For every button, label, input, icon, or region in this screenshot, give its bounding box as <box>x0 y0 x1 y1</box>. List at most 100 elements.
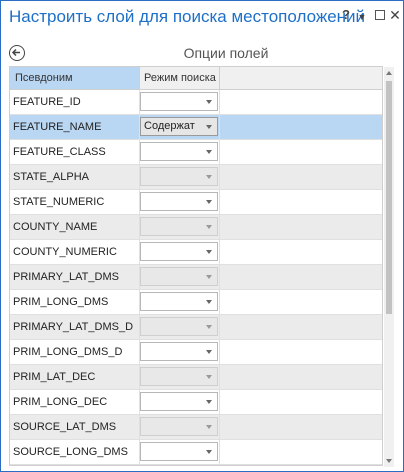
field-alias-cell <box>10 465 140 466</box>
table-row[interactable]: COUNTY_NUMERIC <box>10 240 382 265</box>
chevron-down-icon <box>206 350 212 354</box>
search-mode-cell <box>140 315 220 339</box>
empty-cell <box>220 265 382 289</box>
chevron-down-icon <box>206 375 212 379</box>
chevron-down-icon <box>206 425 212 429</box>
field-options-table: Псевдоним Режим поиска FEATURE_ID FEATURE… <box>9 66 383 466</box>
field-alias-cell: PRIM_LAT_DEC <box>10 365 140 389</box>
field-alias-cell: SOURCE_LONG_DMS <box>10 440 140 464</box>
field-alias-cell: PRIM_LONG_DMS <box>10 290 140 314</box>
field-alias-cell: PRIMARY_LAT_DMS <box>10 265 140 289</box>
close-icon[interactable]: ✕ <box>388 7 402 23</box>
back-arrow-icon[interactable] <box>9 45 25 61</box>
chevron-down-icon <box>206 250 212 254</box>
search-mode-dropdown[interactable] <box>140 292 218 311</box>
search-mode-value: Содержат <box>144 120 195 132</box>
empty-cell <box>220 465 382 466</box>
title-bar: Настроить слой для поиска местоположений… <box>1 1 403 33</box>
chevron-down-icon <box>206 450 212 454</box>
scroll-thumb[interactable] <box>386 81 392 314</box>
vertical-scrollbar[interactable] <box>384 67 394 467</box>
field-alias-cell: FEATURE_NAME <box>10 115 140 139</box>
empty-cell <box>220 440 382 464</box>
search-mode-cell <box>140 215 220 239</box>
search-mode-cell <box>140 165 220 189</box>
search-mode-dropdown[interactable] <box>140 342 218 361</box>
search-mode-dropdown[interactable] <box>140 267 218 286</box>
search-mode-dropdown[interactable] <box>140 392 218 411</box>
chevron-down-icon <box>206 125 212 129</box>
help-icon[interactable]: ? <box>339 7 353 23</box>
chevron-down-icon <box>206 100 212 104</box>
panel-subtitle: Опции полей <box>183 45 269 61</box>
search-mode-cell <box>140 440 220 464</box>
table-row[interactable]: COUNTY_NAME <box>10 215 382 240</box>
empty-cell <box>220 290 382 314</box>
options-dropdown-icon[interactable]: ▼ <box>355 9 369 25</box>
column-header-search-mode[interactable]: Режим поиска <box>140 67 220 89</box>
empty-cell <box>220 340 382 364</box>
table-row[interactable]: PRIMARY_LAT_DMS_D <box>10 315 382 340</box>
chevron-down-icon <box>206 400 212 404</box>
chevron-down-icon <box>206 300 212 304</box>
configure-locator-window: Настроить слой для поиска местоположений… <box>0 0 404 472</box>
search-mode-dropdown[interactable] <box>140 192 218 211</box>
search-mode-dropdown[interactable] <box>140 317 218 336</box>
chevron-down-icon <box>206 325 212 329</box>
search-mode-dropdown[interactable] <box>140 167 218 186</box>
table-row[interactable]: STATE_ALPHA <box>10 165 382 190</box>
search-mode-dropdown[interactable] <box>140 92 218 111</box>
field-alias-cell: FEATURE_CLASS <box>10 140 140 164</box>
table-row[interactable]: PRIM_LONG_DMS <box>10 290 382 315</box>
table-row[interactable] <box>10 465 382 466</box>
scroll-down-icon[interactable] <box>386 459 392 463</box>
search-mode-dropdown[interactable] <box>140 367 218 386</box>
empty-cell <box>220 390 382 414</box>
search-mode-cell <box>140 290 220 314</box>
field-alias-cell: FEATURE_ID <box>10 90 140 114</box>
table-row[interactable]: FEATURE_CLASS <box>10 140 382 165</box>
window-title: Настроить слой для поиска местоположений <box>9 7 366 26</box>
maximize-square <box>375 10 385 20</box>
search-mode-dropdown[interactable] <box>140 142 218 161</box>
table-row[interactable]: FEATURE_ID <box>10 90 382 115</box>
search-mode-dropdown[interactable] <box>140 417 218 436</box>
table-row[interactable]: PRIM_LAT_DEC <box>10 365 382 390</box>
maximize-icon[interactable] <box>373 7 387 24</box>
field-alias-cell: PRIM_LONG_DEC <box>10 390 140 414</box>
table-row[interactable]: SOURCE_LONG_DMS <box>10 440 382 465</box>
empty-cell <box>220 315 382 339</box>
scroll-up-icon[interactable] <box>386 71 392 75</box>
table-row[interactable]: FEATURE_NAME Содержат <box>10 115 382 140</box>
search-mode-dropdown[interactable] <box>140 242 218 261</box>
empty-cell <box>220 190 382 214</box>
empty-cell <box>220 140 382 164</box>
field-alias-cell: STATE_ALPHA <box>10 165 140 189</box>
chevron-down-icon <box>206 275 212 279</box>
table-row[interactable]: PRIM_LONG_DMS_D <box>10 340 382 365</box>
table-row[interactable]: PRIM_LONG_DEC <box>10 390 382 415</box>
search-mode-dropdown[interactable] <box>140 217 218 236</box>
search-mode-dropdown[interactable] <box>140 442 218 461</box>
table-header: Псевдоним Режим поиска <box>10 67 382 90</box>
empty-cell <box>220 240 382 264</box>
field-alias-cell: PRIMARY_LAT_DMS_D <box>10 315 140 339</box>
field-alias-cell: PRIM_LONG_DMS_D <box>10 340 140 364</box>
column-header-alias[interactable]: Псевдоним <box>10 67 140 89</box>
table-row[interactable]: PRIMARY_LAT_DMS <box>10 265 382 290</box>
chevron-down-icon <box>206 150 212 154</box>
table-row[interactable]: SOURCE_LAT_DMS <box>10 415 382 440</box>
search-mode-cell <box>140 465 220 466</box>
field-alias-cell: COUNTY_NUMERIC <box>10 240 140 264</box>
search-mode-cell <box>140 240 220 264</box>
empty-cell <box>220 90 382 114</box>
column-header-filler <box>220 67 382 89</box>
chevron-down-icon <box>206 225 212 229</box>
search-mode-dropdown[interactable]: Содержат <box>140 117 218 136</box>
table-row[interactable]: STATE_NUMERIC <box>10 190 382 215</box>
search-mode-cell <box>140 90 220 114</box>
empty-cell <box>220 165 382 189</box>
search-mode-cell: Содержат <box>140 115 220 139</box>
back-arrow-glyph <box>11 48 20 57</box>
search-mode-cell <box>140 390 220 414</box>
